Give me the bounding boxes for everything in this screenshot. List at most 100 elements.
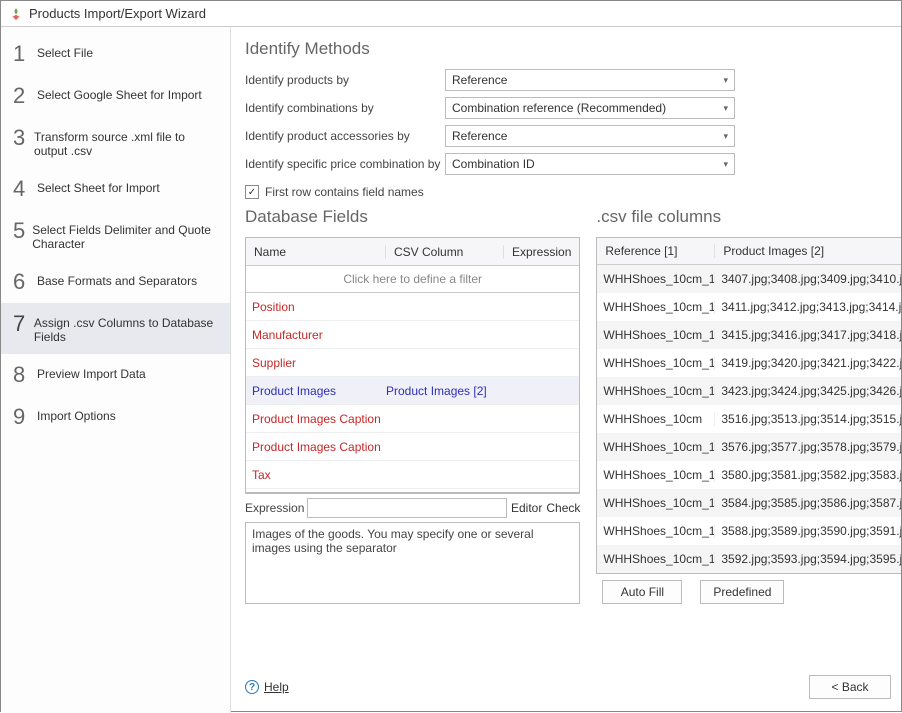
app-icon [9,7,23,21]
help-icon: ? [245,680,259,694]
db-field-row[interactable]: Product ImagesProduct Images [2] [246,377,579,405]
wizard-step-7[interactable]: 7Assign .csv Columns to Database Fields [1,303,230,354]
db-field-row[interactable]: Product Images Caption [246,405,579,433]
identify-select-2[interactable]: Reference ▾ [445,125,735,147]
db-field-csv: Product Images [2] [386,384,510,398]
step-number: 3 [13,127,34,149]
csv-row[interactable]: WHHShoes_10cm_153423.jpg;3424.jpg;3425.j… [597,377,901,405]
csv-reference-cell: WHHShoes_10cm_12 [597,468,715,482]
identify-value: Combination reference (Recommended) [452,101,666,115]
csv-row[interactable]: WHHShoes_10cm_123411.jpg;3412.jpg;3413.j… [597,293,901,321]
step-label: Select Google Sheet for Import [37,85,202,102]
editor-button[interactable]: Editor [511,501,542,515]
db-field-name: Supplier [246,356,386,370]
chevron-down-icon: ▾ [723,131,728,142]
csv-row[interactable]: WHHShoes_10cm3516.jpg;3513.jpg;3514.jpg;… [597,405,901,433]
col-csv[interactable]: CSV Column [386,245,504,259]
step-number: 4 [13,178,37,200]
identify-label-0: Identify products by [245,73,445,87]
step-label: Select File [37,43,93,60]
csv-reference-cell: WHHShoes_10cm_1-1 [597,440,715,454]
chevron-down-icon: ▾ [723,75,728,86]
wizard-step-6[interactable]: 6Base Formats and Separators [1,261,230,303]
csv-reference-cell: WHHShoes_10cm_15 [597,552,715,566]
csv-images-cell: 3516.jpg;3513.jpg;3514.jpg;3515.jpg [715,412,901,426]
csv-col-reference[interactable]: Reference [1] [597,244,715,258]
db-field-row[interactable]: Supplier [246,349,579,377]
csv-reference-cell: WHHShoes_10cm_13 [597,496,715,510]
csv-reference-cell: WHHShoes_10cm_14 [597,524,715,538]
database-fields-heading: Database Fields [245,207,580,227]
wizard-step-9[interactable]: 9Import Options [1,396,230,438]
csv-row[interactable]: WHHShoes_10cm_133584.jpg;3585.jpg;3586.j… [597,489,901,517]
csv-images-cell: 3580.jpg;3581.jpg;3582.jpg;3583.jpg [715,468,901,482]
db-field-row[interactable]: Manufacturer [246,321,579,349]
db-field-row[interactable]: Product Images Caption [246,433,579,461]
identify-select-1[interactable]: Combination reference (Recommended) ▾ [445,97,735,119]
csv-images-cell: 3588.jpg;3589.jpg;3590.jpg;3591.jpg [715,524,901,538]
csv-col-images[interactable]: Product Images [2] [715,244,901,258]
wizard-step-5[interactable]: 5Select Fields Delimiter and Quote Chara… [1,210,230,261]
csv-row[interactable]: WHHShoes_10cm_143588.jpg;3589.jpg;3590.j… [597,517,901,545]
field-hint: Images of the goods. You may specify one… [245,522,580,604]
db-field-row[interactable]: Position [246,293,579,321]
wizard-step-3[interactable]: 3Transform source .xml file to output .c… [1,117,230,168]
identify-label-1: Identify combinations by [245,101,445,115]
identify-select-3[interactable]: Combination ID ▾ [445,153,735,175]
csv-images-cell: 3576.jpg;3577.jpg;3578.jpg;3579.jpg [715,440,901,454]
filter-row[interactable]: Click here to define a filter [246,266,579,293]
csv-columns-heading: .csv file columns [596,207,901,227]
db-field-name: Position [246,300,386,314]
first-row-checkbox[interactable]: ✓ [245,185,259,199]
check-button[interactable]: Check [546,501,580,515]
chevron-down-icon: ▾ [723,103,728,114]
wizard-step-4[interactable]: 4Select Sheet for Import [1,168,230,210]
db-field-row[interactable]: Tax [246,461,579,489]
csv-images-cell: 3592.jpg;3593.jpg;3594.jpg;3595.jpg [715,552,901,566]
step-number: 9 [13,406,37,428]
identify-value: Reference [452,129,507,143]
identify-value: Combination ID [452,157,535,171]
csv-row[interactable]: WHHShoes_10cm_123580.jpg;3581.jpg;3582.j… [597,461,901,489]
wizard-step-2[interactable]: 2Select Google Sheet for Import [1,75,230,117]
csv-images-cell: 3419.jpg;3420.jpg;3421.jpg;3422.jpg [715,356,901,370]
step-label: Select Sheet for Import [37,178,160,195]
expression-label: Expression [245,501,307,515]
csv-reference-cell: WHHShoes_10cm_15 [597,384,715,398]
csv-row[interactable]: WHHShoes_10cm_1-13407.jpg;3408.jpg;3409.… [597,265,901,293]
db-field-name: Manufacturer [246,328,386,342]
db-field-name: Product Images Caption [246,440,386,454]
help-label: Help [264,680,289,694]
step-label: Preview Import Data [37,364,146,381]
csv-reference-cell: WHHShoes_10cm [597,412,715,426]
identify-select-0[interactable]: Reference ▾ [445,69,735,91]
col-name[interactable]: Name [246,245,386,259]
auto-fill-button[interactable]: Auto Fill [602,580,682,604]
col-expression[interactable]: Expression [504,245,579,259]
wizard-steps-sidebar: 1Select File2Select Google Sheet for Imp… [1,27,231,713]
step-number: 7 [13,313,34,335]
db-field-name: Product Images Caption [246,412,386,426]
csv-row[interactable]: WHHShoes_10cm_153592.jpg;3593.jpg;3594.j… [597,545,901,573]
csv-reference-cell: WHHShoes_10cm_12 [597,300,715,314]
help-link[interactable]: ? Help [245,680,289,694]
csv-images-cell: 3584.jpg;3585.jpg;3586.jpg;3587.jpg [715,496,901,510]
wizard-step-8[interactable]: 8Preview Import Data [1,354,230,396]
expression-input[interactable] [307,498,507,518]
csv-images-cell: 3407.jpg;3408.jpg;3409.jpg;3410.jpg [715,272,901,286]
wizard-content: Identify Methods Identify products byRef… [231,27,901,713]
csv-row[interactable]: WHHShoes_10cm_143419.jpg;3420.jpg;3421.j… [597,349,901,377]
db-field-name: Product Images [246,384,386,398]
csv-row[interactable]: WHHShoes_10cm_1-13576.jpg;3577.jpg;3578.… [597,433,901,461]
predefined-button[interactable]: Predefined [700,580,784,604]
step-number: 5 [13,220,32,242]
db-field-name: Tax [246,468,386,482]
step-number: 2 [13,85,37,107]
wizard-step-1[interactable]: 1Select File [1,33,230,75]
identify-value: Reference [452,73,507,87]
chevron-down-icon: ▾ [723,159,728,170]
csv-reference-cell: WHHShoes_10cm_13 [597,328,715,342]
step-label: Base Formats and Separators [37,271,197,288]
back-button[interactable]: < Back [809,675,891,699]
csv-row[interactable]: WHHShoes_10cm_133415.jpg;3416.jpg;3417.j… [597,321,901,349]
